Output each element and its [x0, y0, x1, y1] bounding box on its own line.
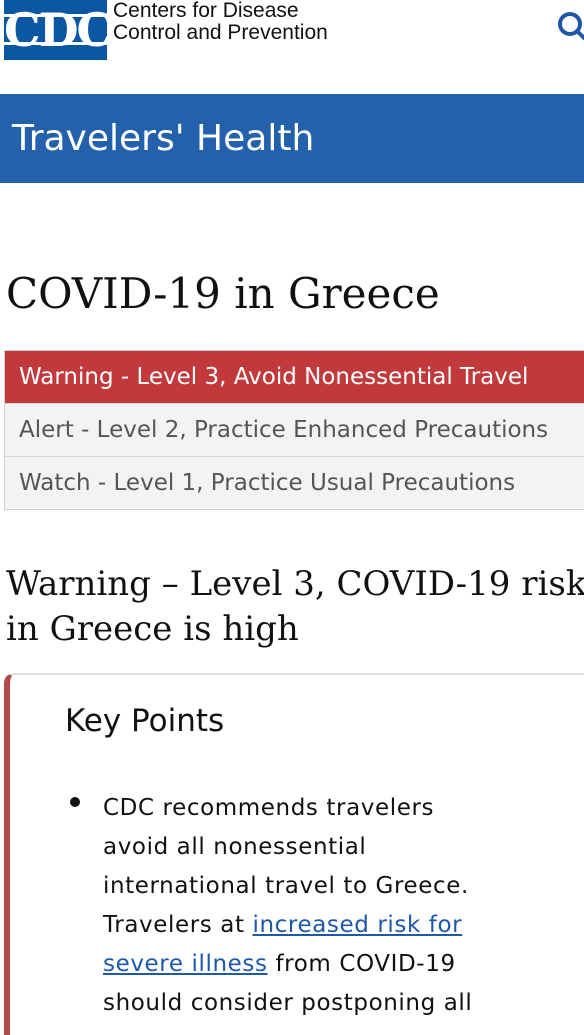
warning-heading: Warning – Level 3, COVID-19 risk in Gree… [6, 562, 584, 652]
key-point-line: CDC recommends travelers [103, 795, 435, 821]
org-name-line1: Centers for Disease [113, 0, 299, 22]
key-points-title: Key Points [65, 703, 225, 739]
key-point-line: international travel to Greece. [103, 873, 469, 899]
key-points-box: Key Points CDC recommends travelers avoi… [4, 673, 584, 1035]
bullet-icon [70, 797, 80, 807]
key-point-line: should consider postponing all [103, 990, 473, 1016]
warning-heading-line2: in Greece is high [6, 609, 299, 649]
search-icon[interactable] [548, 10, 584, 46]
page-title: COVID-19 in Greece [6, 269, 440, 318]
level-1-watch-tab[interactable]: Watch - Level 1, Practice Usual Precauti… [5, 456, 584, 509]
key-point-text-segment: from COVID-19 [267, 951, 456, 977]
key-point-line: Travelers at increased risk for [103, 906, 472, 945]
severe-illness-link[interactable]: severe illness [103, 951, 268, 977]
key-point-line: avoid all nonessential [103, 834, 367, 860]
key-point-text: CDC recommends travelers avoid all nones… [103, 789, 472, 1023]
org-name-line2: Control and Prevention [113, 21, 328, 44]
level-3-warning-tab[interactable]: Warning - Level 3, Avoid Nonessential Tr… [5, 351, 584, 403]
key-point-text-segment: Travelers at [103, 912, 253, 938]
warning-heading-line1: Warning – Level 3, COVID-19 risk [6, 564, 584, 604]
level-2-alert-tab[interactable]: Alert - Level 2, Practice Enhanced Preca… [5, 403, 584, 456]
increased-risk-link[interactable]: increased risk for [253, 912, 463, 938]
org-name[interactable]: Centers for Disease Control and Preventi… [113, 0, 328, 44]
key-point-line: severe illness from COVID-19 [103, 945, 472, 984]
travel-level-list: Warning - Level 3, Avoid Nonessential Tr… [4, 350, 584, 510]
site-header: CDC Centers for Disease Control and Prev… [0, 0, 584, 94]
cdc-logo[interactable]: CDC [4, 0, 113, 60]
travelers-health-banner: Travelers' Health [0, 94, 584, 183]
logo-text: CDC [4, 3, 113, 57]
banner-title[interactable]: Travelers' Health [12, 94, 314, 183]
